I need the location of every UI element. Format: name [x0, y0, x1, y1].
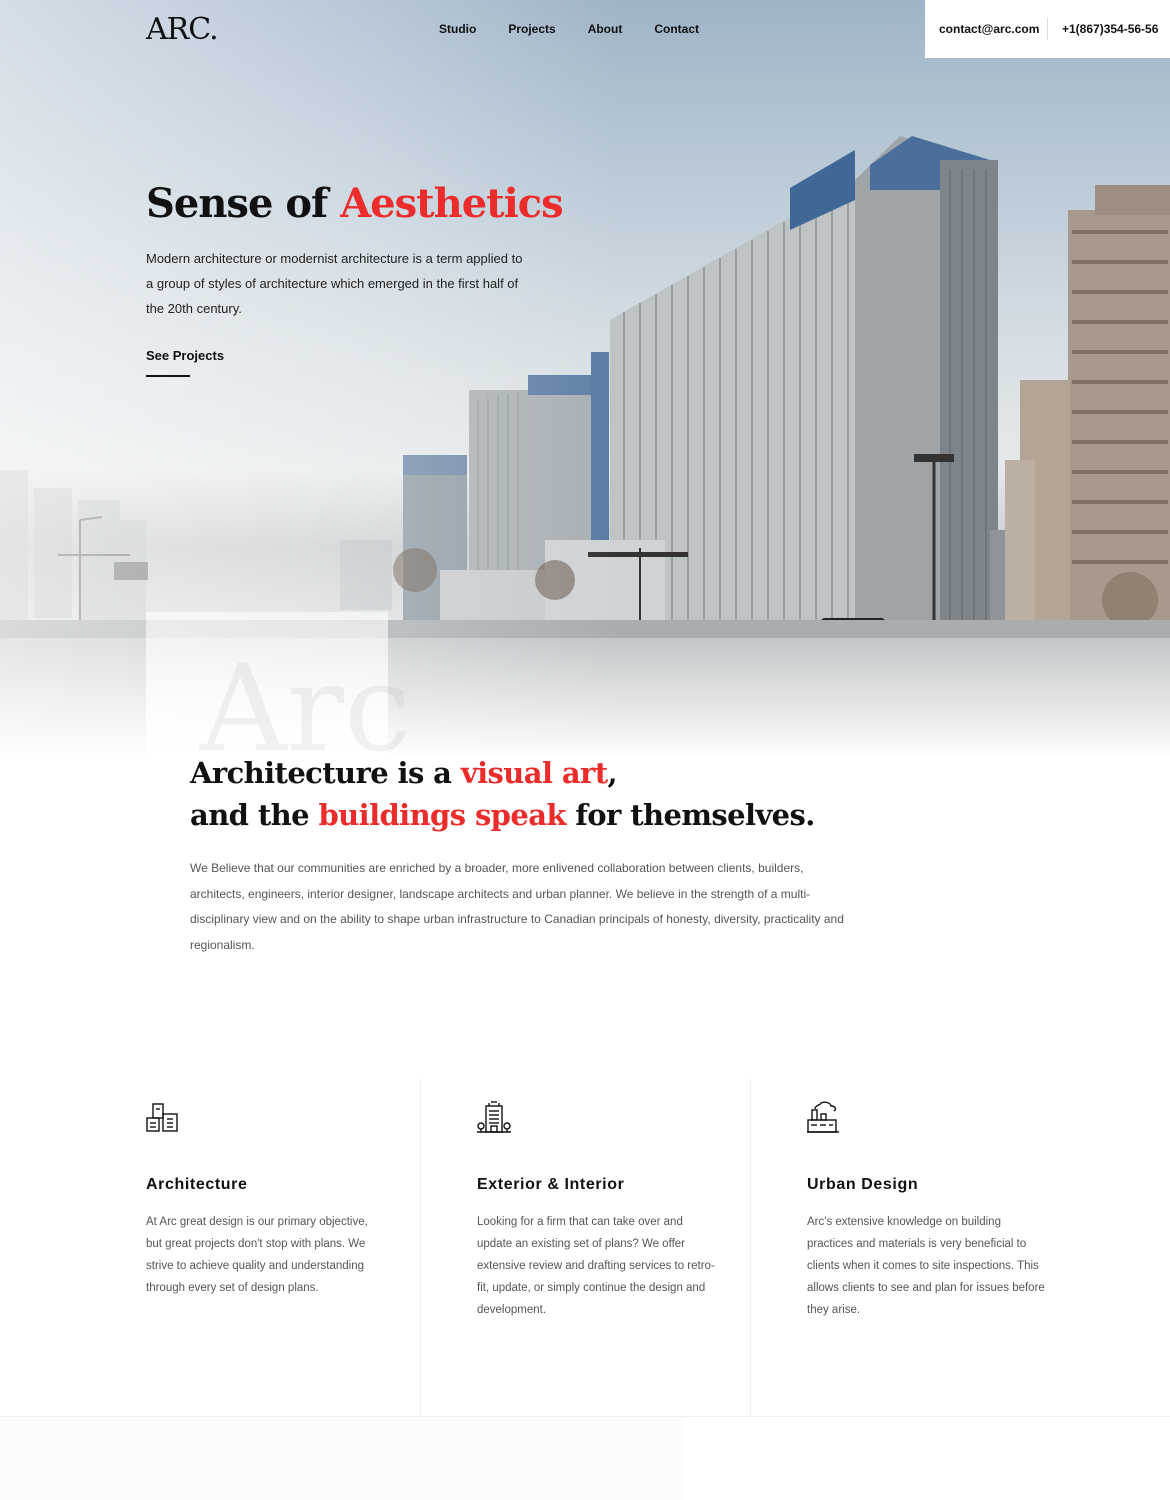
office-tower-icon: [477, 1101, 511, 1133]
service-title: Architecture: [146, 1176, 248, 1193]
service-divider: [750, 1078, 751, 1416]
hero-title: Sense of Aesthetics: [146, 180, 564, 227]
logo[interactable]: ARC.: [146, 12, 219, 47]
intro-title: Architecture is a visual art, and the bu…: [190, 752, 815, 836]
service-exterior-interior: Exterior & Interior Looking for a firm t…: [477, 1100, 717, 1321]
contact-box: contact@arc.com +1(867)354-56-56: [925, 0, 1170, 58]
service-text: Looking for a firm that can take over an…: [477, 1216, 715, 1316]
hero-title-accent: Aesthetics: [340, 180, 564, 227]
see-projects-underline: [146, 375, 190, 377]
service-urban-design: Urban Design Arc's extensive knowledge o…: [807, 1100, 1047, 1321]
factory-icon: [807, 1101, 839, 1133]
service-architecture: Architecture At Arc great design is our …: [146, 1100, 386, 1299]
intro-line1-b: ,: [607, 756, 618, 790]
service-title: Exterior & Interior: [477, 1176, 625, 1193]
service-text: Arc's extensive knowledge on building pr…: [807, 1216, 1045, 1316]
service-title: Urban Design: [807, 1176, 919, 1193]
intro-text: We Believe that our communities are enri…: [190, 861, 844, 952]
buildings-icon: [146, 1103, 178, 1132]
contact-phone[interactable]: +1(867)354-56-56: [1062, 22, 1158, 36]
see-projects-link[interactable]: See Projects: [146, 348, 224, 363]
hero-description: Modern architecture or modernist archite…: [146, 251, 523, 316]
main-nav: Studio Projects About Contact: [439, 22, 699, 36]
nav-projects[interactable]: Projects: [508, 22, 555, 36]
hero-title-text: Sense of: [146, 180, 341, 227]
intro-line2-accent: buildings speak: [318, 798, 566, 832]
intro-line1-a: Architecture is a: [190, 756, 461, 790]
service-divider: [420, 1078, 421, 1416]
footer-band-right: [684, 1417, 1170, 1500]
nav-contact[interactable]: Contact: [654, 22, 699, 36]
service-text: At Arc great design is our primary objec…: [146, 1216, 368, 1294]
nav-studio[interactable]: Studio: [439, 22, 476, 36]
contact-email[interactable]: contact@arc.com: [925, 22, 1047, 36]
intro-line2-a: and the: [190, 798, 319, 832]
intro-line2-b: for themselves.: [565, 798, 815, 832]
intro-line1-accent: visual art: [460, 756, 608, 790]
nav-about[interactable]: About: [588, 22, 623, 36]
contact-divider: [1047, 18, 1048, 40]
